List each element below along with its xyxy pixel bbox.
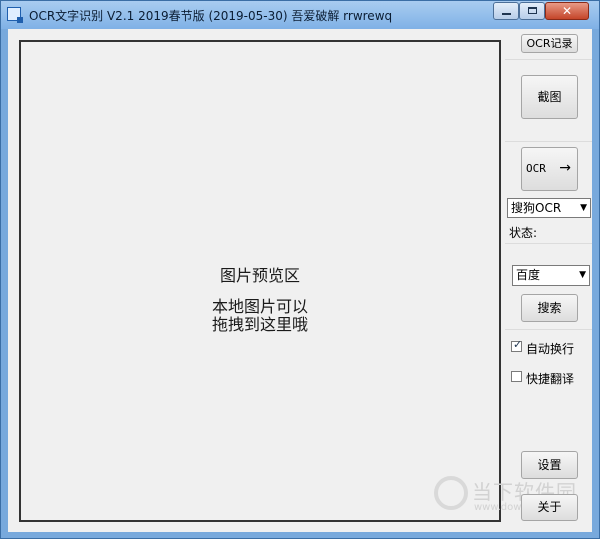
watermark-logo-icon	[434, 476, 468, 510]
status-label: 状态:	[509, 226, 538, 240]
title-bar[interactable]: OCR文字识别 V2.1 2019春节版 (2019-05-30) 吾爱破解 r…	[1, 1, 599, 29]
ocr-button[interactable]: OCR →	[521, 147, 578, 191]
separator	[505, 329, 592, 330]
separator	[505, 243, 592, 244]
quick-translate-label: 快捷翻译	[526, 372, 575, 386]
minimize-icon	[502, 13, 511, 15]
separator	[505, 141, 592, 142]
settings-button[interactable]: 设置	[521, 451, 578, 479]
chevron-down-icon: ▼	[580, 203, 587, 213]
maximize-button[interactable]	[519, 2, 545, 20]
app-window: OCR文字识别 V2.1 2019春节版 (2019-05-30) 吾爱破解 r…	[0, 0, 600, 539]
app-icon	[7, 7, 23, 23]
preview-hint-line1: 本地图片可以	[211, 297, 308, 316]
maximize-icon	[528, 7, 537, 14]
checkbox-box[interactable]	[511, 371, 522, 382]
arrow-right-icon: →	[559, 160, 571, 176]
search-engine-select[interactable]: 百度 ▼	[512, 265, 590, 286]
close-icon: ✕	[561, 4, 573, 18]
minimize-button[interactable]	[493, 2, 519, 20]
ocr-log-button[interactable]: OCR记录	[521, 34, 578, 53]
search-engine-value: 百度	[516, 268, 541, 282]
about-button[interactable]: 关于	[521, 494, 578, 521]
preview-hint-line2: 拖拽到这里哦	[211, 315, 308, 334]
preview-hint: 本地图片可以 拖拽到这里哦	[21, 298, 499, 334]
ocr-button-label: OCR	[526, 162, 546, 175]
auto-wrap-label: 自动换行	[526, 342, 575, 356]
preview-title: 图片预览区	[219, 266, 300, 285]
chevron-down-icon: ▼	[579, 270, 586, 280]
close-button[interactable]: ✕	[545, 2, 589, 20]
screenshot-button[interactable]: 截图	[521, 75, 578, 119]
search-button[interactable]: 搜索	[521, 294, 578, 322]
ocr-engine-select[interactable]: 搜狗OCR ▼	[507, 198, 591, 218]
checkbox-box[interactable]: ✓	[511, 338, 523, 352]
auto-wrap-checkbox[interactable]: ✓ 自动换行	[511, 338, 591, 356]
client-area: 图片预览区 本地图片可以 拖拽到这里哦 OCR记录 截图 OCR → 搜狗OCR…	[8, 29, 592, 532]
image-preview-area[interactable]: 图片预览区 本地图片可以 拖拽到这里哦	[19, 40, 501, 522]
window-title: OCR文字识别 V2.1 2019春节版 (2019-05-30) 吾爱破解 r…	[29, 9, 393, 23]
separator	[505, 59, 592, 60]
quick-translate-checkbox[interactable]: 快捷翻译	[511, 370, 591, 386]
check-icon: ✓	[513, 338, 523, 351]
ocr-engine-value: 搜狗OCR	[511, 201, 562, 215]
